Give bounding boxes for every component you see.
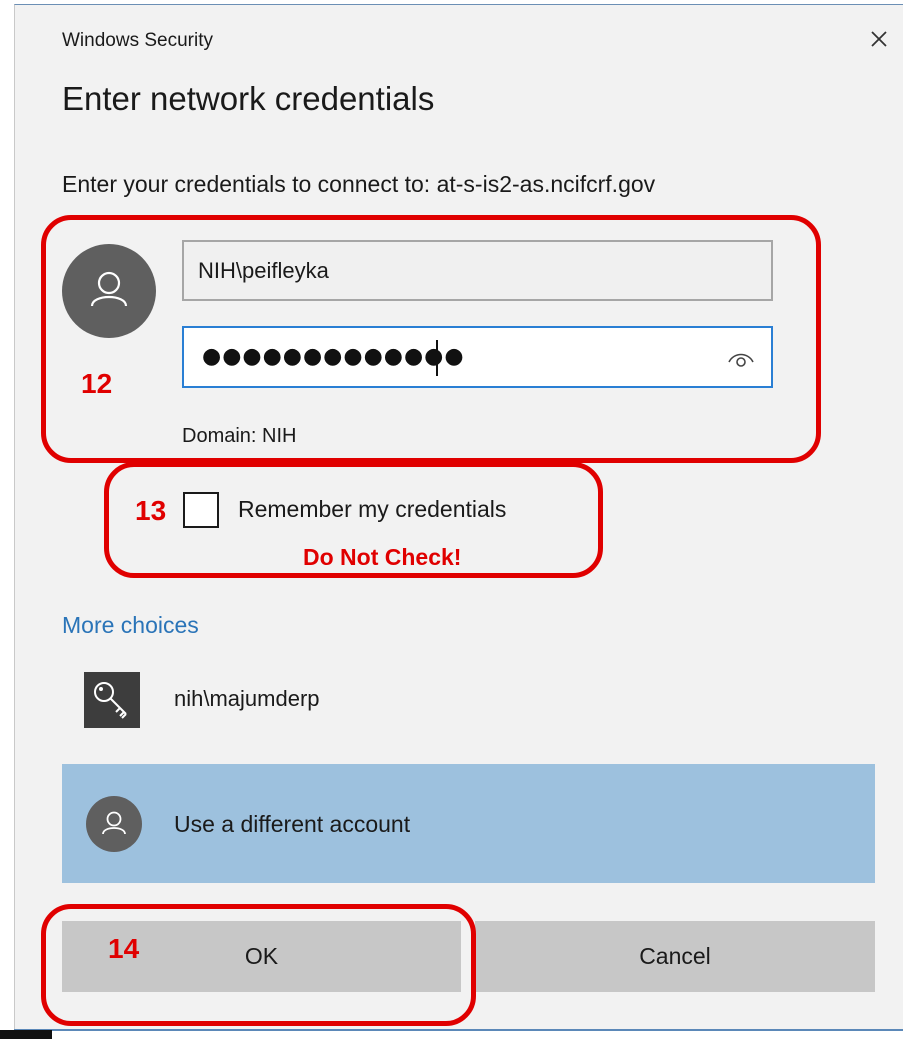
eye-icon <box>728 353 754 367</box>
dialog-bottom-border <box>14 1029 903 1031</box>
username-field[interactable]: NIH\peifleyka <box>182 240 773 301</box>
connection-target-text: Enter your credentials to connect to: at… <box>62 171 656 197</box>
domain-label: Domain: NIH <box>182 425 297 447</box>
cancel-button[interactable]: Cancel <box>475 921 875 992</box>
text-caret <box>436 340 438 376</box>
annotation-number-13: 13 <box>135 495 167 526</box>
annotation-number-12: 12 <box>81 368 113 399</box>
remember-credentials-checkbox[interactable] <box>183 492 219 528</box>
person-icon <box>90 271 128 307</box>
person-icon <box>102 811 126 835</box>
annotation-number-14: 14 <box>108 933 140 964</box>
taskbar-fragment <box>0 1030 52 1039</box>
close-button[interactable] <box>864 24 894 54</box>
credential-tile <box>84 672 140 728</box>
user-avatar <box>62 244 156 338</box>
dialog-heading: Enter network credentials <box>62 80 435 117</box>
use-different-account-label: Use a different account <box>174 811 411 837</box>
alt-avatar <box>86 796 142 852</box>
password-field[interactable]: ●●●●●●●●●●●●● <box>182 326 773 388</box>
saved-credential-option[interactable]: nih\majumderp <box>62 660 875 740</box>
more-choices-link[interactable]: More choices <box>62 612 199 639</box>
annotation-warning: Do Not Check! <box>303 544 462 570</box>
annotation-box-14 <box>41 904 476 1026</box>
saved-credential-name: nih\majumderp <box>174 686 320 711</box>
password-mask: ●●●●●●●●●●●●● <box>202 344 465 369</box>
use-different-account-option[interactable]: Use a different account <box>62 764 875 883</box>
key-icon <box>94 682 127 719</box>
window-title: Windows Security <box>62 30 213 51</box>
reveal-password-button[interactable] <box>726 344 756 372</box>
remember-credentials-label[interactable]: Remember my credentials <box>238 496 506 523</box>
close-icon <box>871 31 887 47</box>
